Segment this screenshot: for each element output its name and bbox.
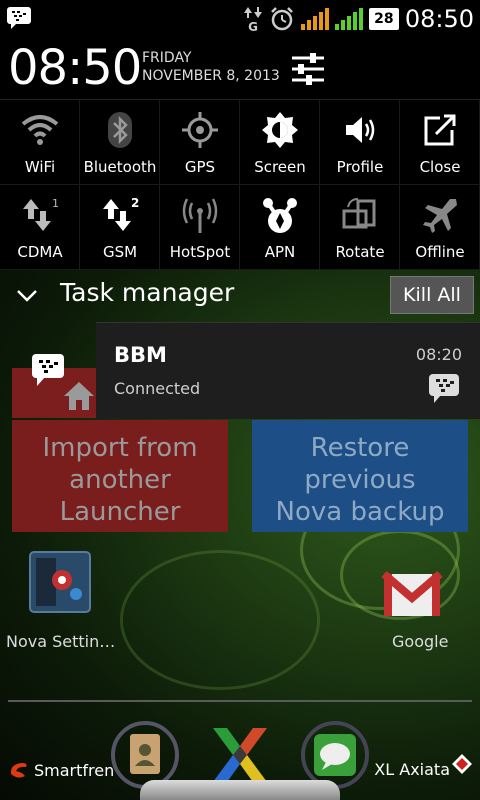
kill-all-button[interactable]: Kill All bbox=[390, 276, 474, 314]
home-icon bbox=[64, 382, 94, 410]
date: NOVEMBER 8, 2013 bbox=[142, 68, 280, 84]
toggle-gsm[interactable]: 2 GSM bbox=[80, 185, 160, 270]
bbm-notification[interactable]: BBM Connected 08:20 bbox=[96, 322, 480, 419]
smartfren-logo-icon bbox=[10, 763, 27, 778]
settings-sliders-icon[interactable] bbox=[288, 50, 328, 88]
battery-icon: 28 bbox=[368, 8, 399, 30]
toggle-wifi[interactable]: WiFi bbox=[0, 100, 80, 185]
dock-divider bbox=[8, 700, 472, 702]
toggle-hotspot[interactable]: HotSpot bbox=[160, 185, 240, 270]
toggle-apn[interactable]: APN bbox=[240, 185, 320, 270]
toggle-screen[interactable]: Screen bbox=[240, 100, 320, 185]
notification-header: 08:50 FRIDAY NOVEMBER 8, 2013 bbox=[0, 38, 480, 100]
wifi-icon bbox=[21, 115, 59, 145]
gps-icon bbox=[182, 112, 218, 148]
task-manager-title: Task manager bbox=[60, 278, 235, 307]
toggle-rotate[interactable]: Rotate bbox=[320, 185, 400, 270]
import-launcher-tile[interactable]: Import from another Launcher bbox=[12, 420, 228, 532]
task-manager-bar: Task manager Kill All bbox=[0, 270, 480, 320]
close-panel-icon bbox=[424, 114, 456, 146]
toggle-gps[interactable]: GPS bbox=[160, 100, 240, 185]
svg-text:2: 2 bbox=[131, 196, 139, 210]
alarm-icon bbox=[270, 7, 293, 31]
toggle-close[interactable]: Close bbox=[400, 100, 480, 185]
rotate-icon bbox=[342, 198, 376, 229]
drawer-handle[interactable] bbox=[140, 780, 340, 800]
status-bar: G 28 08:50 bbox=[0, 0, 480, 38]
google-folder-label: Google bbox=[392, 632, 449, 651]
brightness-icon bbox=[262, 112, 298, 148]
day-of-week: FRIDAY bbox=[142, 50, 192, 66]
toggle-bluetooth[interactable]: Bluetooth bbox=[80, 100, 160, 185]
quick-toggles: WiFi Bluetooth GPS Screen Profile Close … bbox=[0, 100, 480, 270]
signal-orange-icon bbox=[300, 8, 329, 30]
restore-backup-tile[interactable]: Restore previous Nova backup bbox=[252, 420, 468, 532]
chevron-down-icon[interactable] bbox=[14, 282, 40, 308]
speaker-icon bbox=[346, 117, 375, 143]
notification-time: 08:20 bbox=[415, 345, 462, 364]
gmail-icon[interactable] bbox=[380, 570, 444, 620]
hotspot-icon bbox=[182, 198, 218, 233]
carrier-left: Smartfren bbox=[8, 760, 114, 780]
svg-text:1: 1 bbox=[52, 197, 59, 210]
nova-settings-icon[interactable] bbox=[28, 550, 92, 614]
toggle-offline[interactable]: Offline bbox=[400, 185, 480, 270]
gsm-data-icon: 2 bbox=[103, 196, 139, 231]
status-time: 08:50 bbox=[404, 5, 474, 33]
bbm-app-icon[interactable] bbox=[30, 352, 66, 388]
bluetooth-icon bbox=[108, 112, 132, 148]
nova-settings-label: Nova Settin… bbox=[6, 632, 116, 651]
bbm-notification-icon bbox=[7, 7, 31, 29]
data-transfer-icon: G bbox=[243, 7, 262, 33]
toggle-profile[interactable]: Profile bbox=[320, 100, 400, 185]
xl-logo-icon bbox=[452, 754, 472, 774]
notification-subtitle: Connected bbox=[114, 379, 201, 398]
svg-text:G: G bbox=[248, 20, 258, 33]
airplane-icon bbox=[423, 199, 457, 233]
apn-icon bbox=[263, 198, 297, 233]
notification-title: BBM bbox=[114, 343, 167, 367]
carrier-right: XL Axiata bbox=[374, 760, 450, 779]
clock: 08:50 bbox=[8, 40, 142, 96]
toggle-cdma[interactable]: 1 CDMA bbox=[0, 185, 80, 270]
bbm-small-icon bbox=[429, 374, 459, 403]
cdma-data-icon: 1 bbox=[23, 197, 59, 231]
signal-green-icon bbox=[334, 8, 363, 30]
